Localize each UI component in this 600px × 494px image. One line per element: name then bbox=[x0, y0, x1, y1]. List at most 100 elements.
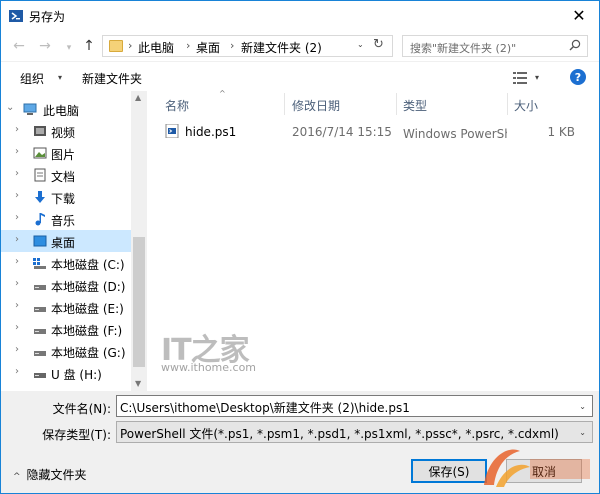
expand-icon[interactable]: › bbox=[15, 212, 19, 223]
expand-icon[interactable]: › bbox=[15, 168, 19, 179]
sidebar-item-videos[interactable]: › 视频 bbox=[1, 120, 131, 142]
scroll-down-icon[interactable]: ▼ bbox=[135, 379, 141, 388]
address-bar[interactable]: › 此电脑 › 桌面 › 新建文件夹 (2) ⌄ ↻ bbox=[102, 35, 393, 57]
sidebar-item-label: 视频 bbox=[51, 126, 76, 140]
folder-icon bbox=[109, 40, 123, 52]
scroll-up-icon[interactable]: ▲ bbox=[135, 93, 141, 102]
documents-icon bbox=[34, 168, 46, 182]
breadcrumb-new-folder[interactable]: 新建文件夹 (2) bbox=[241, 39, 322, 56]
sort-ascending-icon: ^ bbox=[219, 89, 226, 98]
drive-icon bbox=[34, 351, 46, 356]
expand-icon[interactable]: › bbox=[15, 344, 19, 355]
expand-icon[interactable]: › bbox=[15, 322, 19, 333]
breadcrumb-this-pc[interactable]: 此电脑 bbox=[138, 39, 174, 56]
nav-pane-scrollbar[interactable]: ▲ ▼ bbox=[131, 91, 147, 391]
filename-input[interactable]: C:\Users\ithome\Desktop\新建文件夹 (2)\hide.p… bbox=[116, 395, 593, 417]
breadcrumb-separator: › bbox=[186, 39, 191, 52]
organize-button[interactable]: 组织 bbox=[20, 70, 44, 87]
column-header-type[interactable]: 类型 bbox=[403, 97, 427, 114]
expand-icon[interactable]: › bbox=[15, 124, 19, 135]
search-input[interactable]: 搜索"新建文件夹 (2)" bbox=[402, 35, 588, 57]
address-dropdown-icon[interactable]: ⌄ bbox=[357, 40, 364, 49]
sidebar-item-music[interactable]: › 音乐 bbox=[1, 208, 131, 230]
arrow-up-icon: ↑ bbox=[83, 38, 95, 54]
scroll-thumb[interactable] bbox=[133, 237, 145, 367]
sidebar-item-label: 本地磁盘 (D:) bbox=[51, 280, 126, 294]
sidebar-item-label: 此电脑 bbox=[43, 104, 80, 118]
video-icon bbox=[34, 126, 46, 136]
pictures-icon bbox=[33, 147, 47, 159]
expand-icon[interactable]: › bbox=[15, 146, 19, 157]
system-drive-icon bbox=[33, 258, 46, 269]
forward-button[interactable]: → bbox=[37, 38, 53, 54]
breadcrumb-desktop[interactable]: 桌面 bbox=[196, 39, 220, 56]
filename-label: 文件名(N): bbox=[52, 402, 111, 416]
filename-value: C:\Users\ithome\Desktop\新建文件夹 (2)\hide.p… bbox=[120, 401, 410, 415]
navigation-pane: ⌄ 此电脑 › 视频 › 图片 › 文档 › 下载 › 音乐 › 桌面 › 本地… bbox=[1, 91, 131, 391]
hide-folders-label: 隐藏文件夹 bbox=[26, 468, 87, 482]
sidebar-item-downloads[interactable]: › 下载 bbox=[1, 186, 131, 208]
up-button[interactable]: ↑ bbox=[81, 38, 97, 54]
file-type: Windows PowerShell 脚本 bbox=[403, 127, 507, 141]
recent-locations-button[interactable]: ▾ bbox=[61, 40, 77, 56]
expand-icon[interactable]: › bbox=[15, 300, 19, 311]
sidebar-item-this-pc[interactable]: ⌄ 此电脑 bbox=[1, 98, 131, 120]
column-divider[interactable] bbox=[396, 93, 397, 115]
chevron-down-icon[interactable]: ⌄ bbox=[579, 402, 586, 411]
column-divider[interactable] bbox=[507, 93, 508, 115]
powershell-icon bbox=[9, 10, 23, 22]
back-button[interactable]: ← bbox=[11, 38, 27, 54]
title-bar: 另存为 ✕ bbox=[1, 1, 599, 31]
sidebar-item-drive-e[interactable]: › 本地磁盘 (E:) bbox=[1, 296, 131, 318]
computer-icon bbox=[23, 103, 37, 115]
sidebar-item-label: 音乐 bbox=[51, 214, 76, 228]
main-area: ⌄ 此电脑 › 视频 › 图片 › 文档 › 下载 › 音乐 › 桌面 › 本地… bbox=[1, 89, 599, 391]
view-options-icon[interactable] bbox=[513, 72, 527, 84]
column-header-size[interactable]: 大小 bbox=[514, 97, 538, 114]
sidebar-item-pictures[interactable]: › 图片 bbox=[1, 142, 131, 164]
sidebar-item-label: 本地磁盘 (G:) bbox=[51, 346, 126, 360]
close-button[interactable]: ✕ bbox=[559, 1, 599, 30]
sidebar-item-label: 本地磁盘 (E:) bbox=[51, 302, 124, 316]
sidebar-item-label: 图片 bbox=[51, 148, 76, 162]
sidebar-item-label: 文档 bbox=[51, 170, 76, 184]
expand-icon[interactable]: › bbox=[15, 366, 19, 377]
sidebar-item-documents[interactable]: › 文档 bbox=[1, 164, 131, 186]
drive-icon bbox=[34, 329, 46, 334]
collapse-icon[interactable]: ⌄ bbox=[6, 102, 14, 113]
sidebar-item-drive-c[interactable]: › 本地磁盘 (C:) bbox=[1, 252, 131, 274]
column-divider[interactable] bbox=[284, 93, 285, 115]
file-size: 1 KB bbox=[547, 125, 575, 139]
chevron-down-icon: ▾ bbox=[58, 73, 63, 82]
watermark-url: www.ithome.com bbox=[161, 361, 257, 374]
help-icon[interactable]: ? bbox=[570, 69, 586, 85]
new-folder-button[interactable]: 新建文件夹 bbox=[82, 70, 142, 87]
column-header-name[interactable]: 名称 bbox=[165, 97, 189, 114]
sidebar-item-usb-drive-h[interactable]: › U 盘 (H:) bbox=[1, 362, 131, 384]
sidebar-item-drive-d[interactable]: › 本地磁盘 (D:) bbox=[1, 274, 131, 296]
drive-icon bbox=[34, 307, 46, 312]
refresh-icon[interactable]: ↻ bbox=[373, 37, 384, 52]
column-header-date[interactable]: 修改日期 bbox=[292, 97, 340, 114]
hide-folders-toggle[interactable]: ^ 隐藏文件夹 bbox=[13, 466, 87, 483]
view-dropdown-icon[interactable]: ▾ bbox=[535, 73, 539, 82]
command-bar: 组织 ▾ 新建文件夹 ▾ ? bbox=[1, 61, 599, 91]
save-as-dialog: 另存为 ✕ ← → ▾ ↑ › 此电脑 › 桌面 › 新建文件夹 (2) ⌄ ↻… bbox=[0, 0, 600, 494]
sidebar-item-label: 桌面 bbox=[51, 236, 76, 250]
filetype-label: 保存类型(T): bbox=[42, 428, 111, 442]
sidebar-item-label: U 盘 (H:) bbox=[51, 368, 102, 382]
expand-icon[interactable]: › bbox=[15, 234, 19, 245]
expand-icon[interactable]: › bbox=[15, 190, 19, 201]
sidebar-item-drive-f[interactable]: › 本地磁盘 (F:) bbox=[1, 318, 131, 340]
chevron-down-icon[interactable]: ⌄ bbox=[579, 428, 586, 437]
sidebar-item-label: 本地磁盘 (C:) bbox=[51, 258, 125, 272]
sidebar-item-desktop[interactable]: › 桌面 bbox=[1, 230, 131, 252]
music-icon bbox=[35, 213, 45, 226]
expand-icon[interactable]: › bbox=[15, 256, 19, 267]
expand-icon[interactable]: › bbox=[15, 278, 19, 289]
file-name: hide.ps1 bbox=[185, 125, 237, 139]
search-placeholder: 搜索"新建文件夹 (2)" bbox=[410, 42, 517, 55]
sidebar-item-label: 下载 bbox=[51, 192, 76, 206]
download-icon bbox=[35, 191, 45, 203]
sidebar-item-drive-g[interactable]: › 本地磁盘 (G:) bbox=[1, 340, 131, 362]
